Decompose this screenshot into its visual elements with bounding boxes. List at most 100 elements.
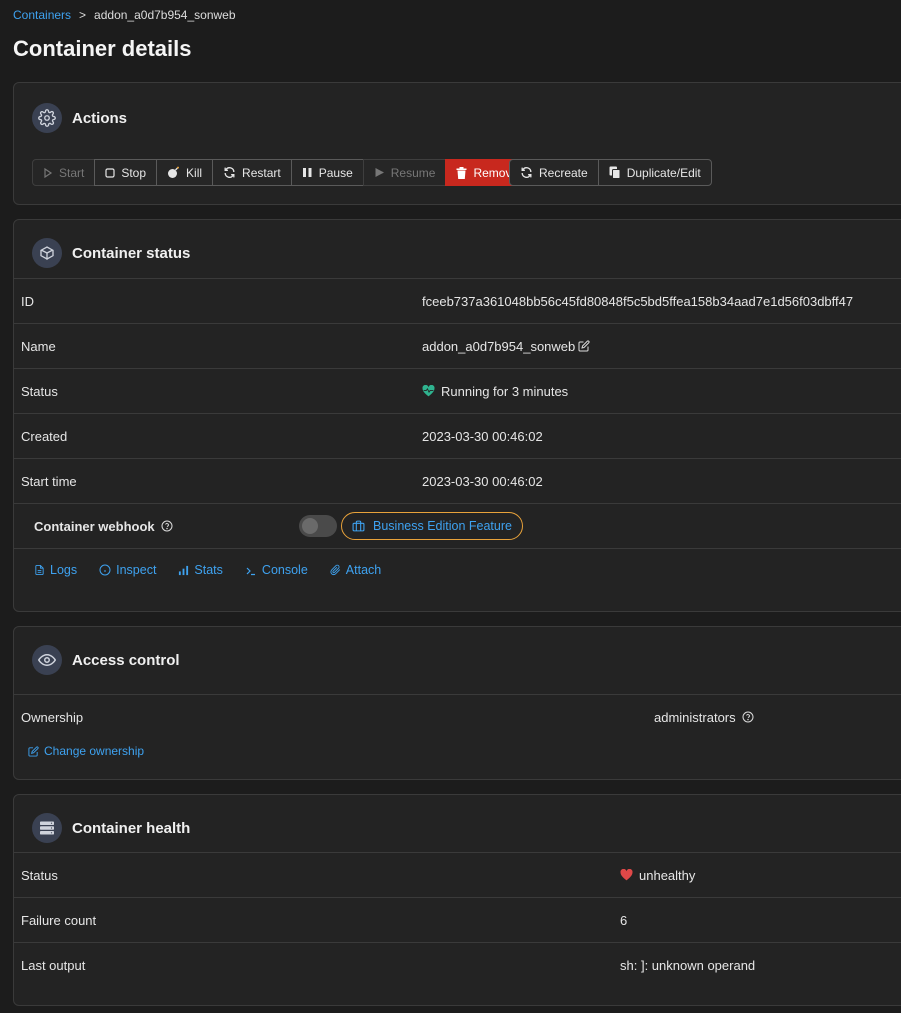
box-icon [32, 238, 62, 268]
refresh-icon [521, 167, 532, 178]
gear-icon [32, 103, 62, 133]
stop-label: Stop [121, 165, 147, 180]
server-icon [32, 813, 62, 843]
duplicate-edit-label: Duplicate/Edit [626, 165, 701, 180]
name-value-group: addon_a0d7b954_sonweb [422, 339, 590, 354]
start-time-value: 2023-03-30 00:46:02 [422, 473, 543, 489]
edit-icon [28, 745, 39, 757]
breadcrumb-containers-link[interactable]: Containers [13, 8, 71, 22]
actions-title: Actions [72, 109, 128, 127]
change-ownership-label: Change ownership [44, 744, 145, 758]
briefcase-icon [352, 520, 365, 532]
breadcrumb-separator: > [79, 8, 87, 22]
health-status-value: unhealthy [639, 867, 696, 883]
pause-label: Pause [318, 165, 353, 180]
container-status-header: Container status [32, 238, 190, 268]
bar-chart-icon [179, 565, 189, 575]
resume-button[interactable]: Resume [362, 159, 447, 186]
webhook-label: Container webhook [34, 518, 155, 534]
play-icon [375, 168, 384, 177]
stats-link[interactable]: Stats [178, 563, 223, 577]
pause-icon [302, 168, 312, 177]
container-status-title: Container status [72, 244, 191, 262]
help-circle-icon [161, 520, 173, 532]
status-row-name: Name addon_a0d7b954_sonweb [14, 323, 901, 368]
health-row-last-output: Last output sh: ]: unknown operand [14, 942, 901, 987]
actions-button-group: Start Stop Kill Restart Pause Resume Rem… [32, 159, 530, 186]
status-label: Status [21, 383, 58, 399]
terminal-icon [246, 567, 255, 575]
stop-button[interactable]: Stop [94, 159, 158, 186]
health-status-label: Status [21, 867, 58, 883]
resume-label: Resume [390, 165, 436, 180]
kill-label: Kill [186, 165, 203, 180]
attach-label: Attach [345, 563, 382, 577]
edit-icon[interactable] [578, 340, 590, 352]
trash-icon [456, 166, 467, 179]
eye-icon [32, 645, 62, 675]
business-edition-badge[interactable]: Business Edition Feature [341, 512, 523, 540]
links-divider [14, 548, 901, 549]
access-control-card: Access control Ownership administrators … [13, 626, 901, 780]
created-value: 2023-03-30 00:46:02 [422, 428, 543, 444]
health-row-status: Status unhealthy [14, 852, 901, 897]
attach-link[interactable]: Attach [330, 563, 381, 577]
webhook-toggle[interactable] [299, 515, 337, 537]
kill-button[interactable]: Kill [156, 159, 214, 186]
heart-icon [620, 869, 633, 881]
health-status-value-group: unhealthy [620, 868, 695, 883]
name-label: Name [21, 338, 56, 354]
actions-button-group-secondary: Recreate Duplicate/Edit [509, 159, 712, 186]
id-label: ID [21, 293, 34, 309]
container-links: Logs Inspect Stats Console Attach [34, 563, 381, 577]
file-text-icon [35, 564, 44, 576]
stats-label: Stats [194, 563, 223, 577]
status-value-group: Running for 3 minutes [422, 384, 568, 399]
recreate-label: Recreate [539, 165, 588, 180]
console-link[interactable]: Console [245, 563, 308, 577]
refresh-icon [224, 167, 235, 178]
created-label: Created [21, 428, 68, 444]
status-row-start-time: Start time 2023-03-30 00:46:02 [14, 458, 901, 503]
actions-card: Actions Start Stop Kill Restart Pause Re… [13, 82, 901, 205]
change-ownership-link[interactable]: Change ownership [28, 744, 144, 758]
logs-label: Logs [50, 563, 78, 577]
paperclip-icon [330, 564, 340, 576]
pause-button[interactable]: Pause [290, 159, 364, 186]
duplicate-edit-button[interactable]: Duplicate/Edit [597, 159, 712, 186]
restart-button[interactable]: Restart [212, 159, 292, 186]
restart-label: Restart [242, 165, 281, 180]
status-row-status: Status Running for 3 minutes [14, 368, 901, 413]
logs-link[interactable]: Logs [34, 563, 77, 577]
status-row-created: Created 2023-03-30 00:46:02 [14, 413, 901, 458]
last-output-value: sh: ]: unknown operand [620, 957, 756, 973]
recreate-button[interactable]: Recreate [509, 159, 599, 186]
failure-count-label: Failure count [21, 912, 97, 928]
bomb-icon [168, 166, 180, 178]
inspect-label: Inspect [116, 563, 157, 577]
name-value: addon_a0d7b954_sonweb [422, 338, 576, 354]
inspect-link[interactable]: Inspect [99, 563, 156, 577]
failure-count-value: 6 [620, 912, 628, 928]
start-label: Start [59, 165, 85, 180]
info-circle-icon [99, 564, 111, 576]
ownership-value-group: administrators [654, 710, 754, 725]
health-row-failure-count: Failure count 6 [14, 897, 901, 942]
breadcrumb-current: addon_a0d7b954_sonweb [94, 8, 236, 22]
ownership-value: administrators [654, 709, 736, 725]
ownership-label: Ownership [21, 709, 84, 725]
console-label: Console [261, 563, 308, 577]
container-health-title: Container health [72, 819, 191, 837]
stop-square-icon [105, 167, 115, 178]
container-status-card: Container status ID fceeb737a361048bb56c… [13, 219, 901, 612]
page-title: Container details [13, 36, 192, 61]
status-row-id: ID fceeb737a361048bb56c45fd80848f5c5bd5f… [14, 278, 901, 323]
actions-header: Actions [32, 103, 127, 133]
play-outline-icon [44, 167, 53, 178]
id-value: fceeb737a361048bb56c45fd80848f5c5bd5ffea… [422, 293, 854, 309]
container-health-header: Container health [32, 813, 190, 843]
copy-icon [609, 166, 621, 179]
start-time-label: Start time [21, 473, 77, 489]
start-button[interactable]: Start [32, 159, 96, 186]
access-control-title: Access control [72, 651, 180, 669]
